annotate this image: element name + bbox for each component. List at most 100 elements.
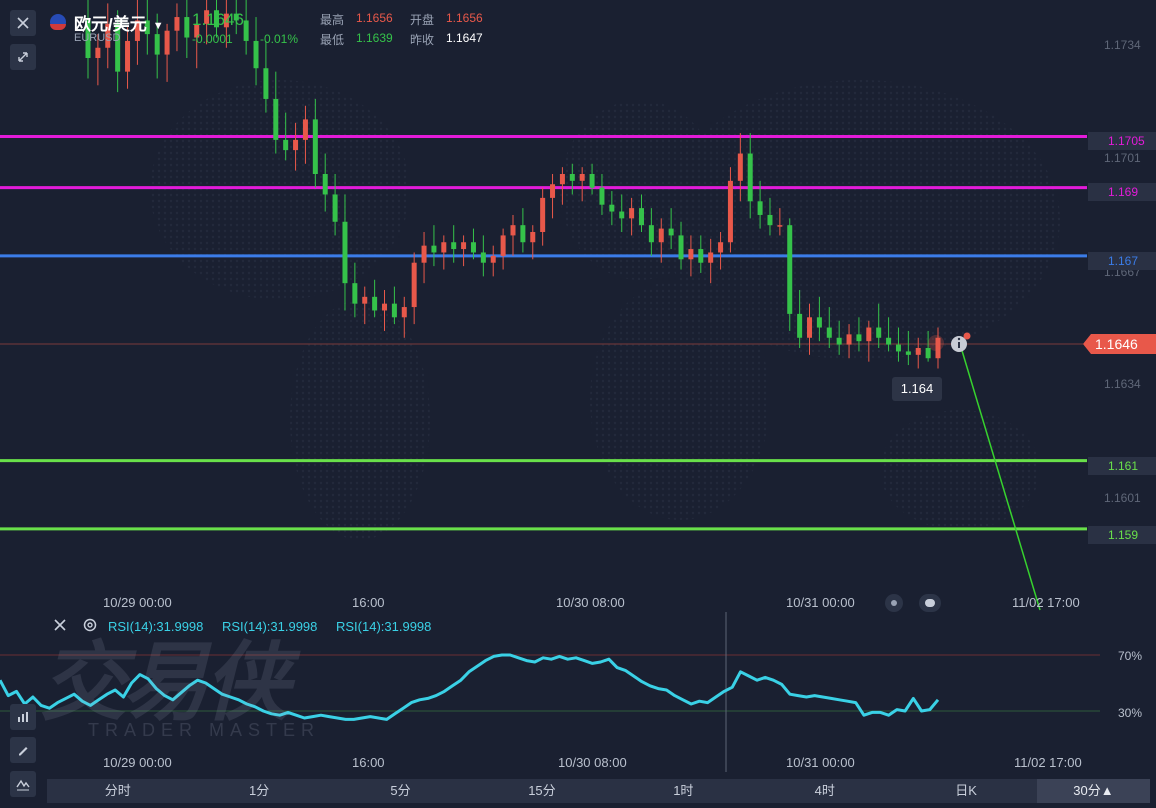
candle — [441, 235, 447, 270]
candle-body — [441, 242, 447, 253]
timeframe-tab[interactable]: 1分 — [188, 779, 329, 803]
candle-body — [520, 225, 526, 243]
timeframe-bar: 分时 1分 5分 15分 1时 4时 日K 30分▲ — [47, 779, 1150, 803]
close-indicator-icon[interactable] — [52, 617, 68, 638]
open-value: 1.1656 — [446, 11, 483, 25]
x-tick: 10/29 00:00 — [103, 595, 172, 610]
level-tag[interactable]: 1.167 — [1088, 252, 1156, 270]
candle-body — [727, 180, 733, 243]
last-price: 1.1646 — [192, 10, 244, 29]
candle-body — [470, 242, 476, 253]
rsi-x-tick: 16:00 — [352, 755, 385, 770]
candle-body — [125, 40, 131, 72]
candle-body — [886, 337, 892, 345]
low-value: 1.1639 — [356, 31, 393, 45]
level-tag[interactable]: 1.1705 — [1088, 132, 1156, 150]
candle-body — [559, 174, 565, 185]
cursor-price-label: 1.164 — [892, 377, 942, 401]
candle-body — [678, 235, 684, 260]
candle-body — [352, 283, 358, 304]
layers-toggle-icon[interactable] — [919, 594, 941, 612]
candle-body — [401, 307, 407, 318]
candle-body — [708, 252, 714, 263]
level-tag[interactable]: 1.159 — [1088, 526, 1156, 544]
candle-body — [658, 228, 664, 243]
candle-body — [273, 98, 279, 140]
x-tick: 16:00 — [352, 595, 385, 610]
candle-body — [737, 153, 743, 181]
current-price-glow — [928, 335, 944, 351]
current-price-tag: 1.1646 — [1083, 334, 1156, 354]
candle-body — [342, 221, 348, 284]
candle-body — [480, 252, 486, 263]
candle-body — [253, 40, 259, 69]
candle-body — [302, 119, 308, 140]
price-change-pct: -0.01% — [260, 32, 299, 46]
rsi-label: RSI(14):31.9998 — [222, 619, 318, 634]
timeframe-tab[interactable]: 4时 — [754, 779, 895, 803]
candle-body — [164, 30, 170, 55]
candle — [125, 27, 131, 89]
candle-body — [243, 20, 249, 41]
candle-body — [619, 211, 625, 219]
candle-body — [263, 68, 269, 99]
candle-body — [777, 225, 783, 227]
dot-toggle-icon[interactable] — [885, 594, 903, 612]
timeframe-tab-active[interactable]: 30分▲ — [1036, 779, 1150, 803]
candle-body — [905, 351, 911, 355]
rsi-x-tick: 11/02 17:00 — [1014, 755, 1082, 770]
x-tick: 11/02 17:00 — [1012, 595, 1080, 610]
candle — [461, 235, 467, 267]
candle — [184, 0, 190, 58]
y-tick: 1.1734 — [1104, 38, 1141, 52]
candle-body — [747, 153, 753, 202]
candle-body — [312, 119, 318, 174]
candle — [431, 225, 437, 267]
chevron-down-icon[interactable]: ▼ — [153, 20, 164, 32]
low-label: 最低 — [320, 33, 345, 47]
candle-body — [638, 208, 644, 226]
indicator-icon[interactable] — [10, 771, 36, 797]
candle-body — [846, 334, 852, 345]
candle-body — [362, 296, 368, 304]
candle-body — [609, 204, 615, 212]
candle-body — [421, 245, 427, 263]
eu-flag-icon — [50, 14, 66, 30]
candle-body — [411, 262, 417, 308]
timeframe-tab[interactable]: 日K — [895, 779, 1036, 803]
candle-body — [322, 174, 328, 195]
candle-body — [283, 139, 289, 151]
candle-body — [807, 317, 813, 338]
candle — [520, 208, 526, 253]
pencil-icon[interactable] — [10, 737, 36, 763]
candle — [174, 3, 180, 52]
bar-chart-icon[interactable] — [10, 704, 36, 730]
candle-body — [767, 214, 773, 226]
watermark-en: TRADER MASTER — [88, 720, 321, 740]
high-value: 1.1656 — [356, 11, 393, 25]
candle-body — [579, 174, 585, 181]
level-tag[interactable]: 1.169 — [1088, 183, 1156, 201]
level-tag[interactable]: 1.161 — [1088, 457, 1156, 475]
candle-body — [648, 225, 654, 243]
candle-body — [589, 174, 595, 188]
candle-body — [391, 303, 397, 318]
y-tick: 1.1701 — [1104, 151, 1141, 165]
close-icon[interactable] — [10, 10, 36, 36]
prev-close-value: 1.1647 — [446, 31, 483, 45]
candle-body — [757, 201, 763, 215]
candle-body — [569, 174, 575, 181]
candle-body — [510, 225, 516, 236]
timeframe-tab[interactable]: 分时 — [47, 779, 188, 803]
candle — [550, 174, 556, 219]
candle-body — [382, 303, 388, 311]
timeframe-tab[interactable]: 1时 — [613, 779, 754, 803]
prev-close-label: 昨收 — [410, 33, 435, 47]
candle-body — [836, 337, 842, 345]
timeframe-tab[interactable]: 5分 — [330, 779, 471, 803]
settings-gear-icon[interactable] — [82, 617, 98, 638]
candle-body — [816, 317, 822, 328]
candle-body — [174, 17, 180, 31]
collapse-arrows-icon[interactable] — [10, 44, 36, 70]
timeframe-tab[interactable]: 15分 — [471, 779, 612, 803]
